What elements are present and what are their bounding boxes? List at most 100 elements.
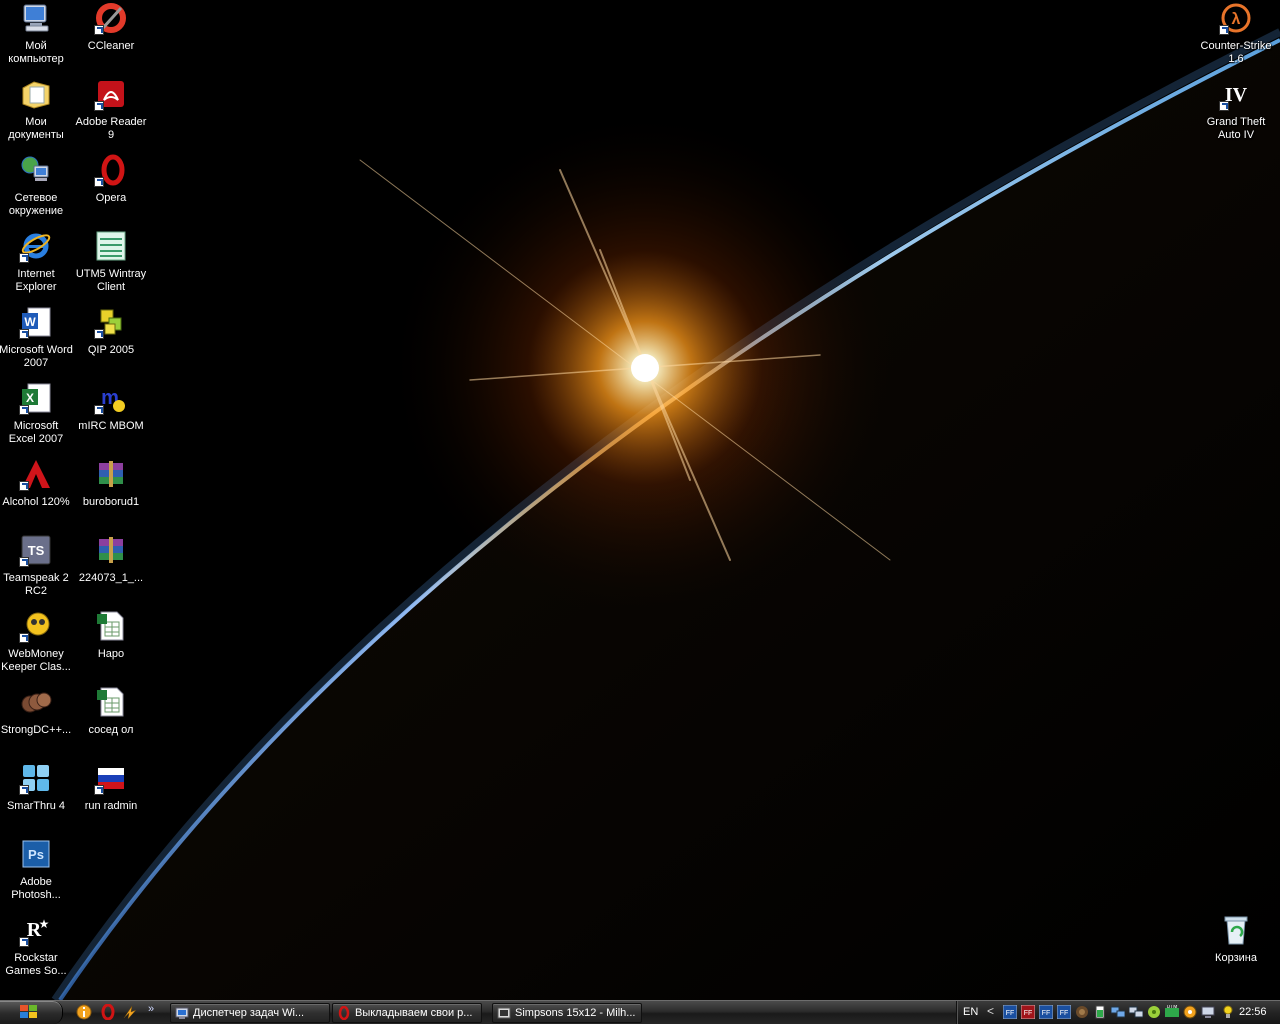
gta-iv-icon: IV [1219,78,1252,111]
svg-text:TS: TS [28,543,45,558]
icon-label: 224073_1_... [78,572,144,584]
desktop-icon-adobe-reader[interactable]: Adobe Reader 9 [73,76,149,148]
winamp-tray-icon[interactable] [1183,1005,1197,1019]
start-button[interactable] [0,1001,63,1024]
desktop-icon-network[interactable]: Сетевое окружение [0,152,74,224]
qip-icon [94,306,127,339]
svg-text:X: X [26,391,34,405]
adobe-reader-icon [94,78,127,111]
strongdc-icon [20,686,52,718]
desktop-icon-alcohol[interactable]: Alcohol 120% [0,456,74,528]
desktop-icon-mirc[interactable]: m mIRC MBOM [73,380,149,452]
svg-text:UTM: UTM [1167,1005,1178,1010]
taskbar-button-media[interactable]: Simpsons 15x12 - Milh... [492,1003,642,1023]
clock[interactable]: 22:56 [1239,1006,1267,1018]
desktop-icon-smarthru[interactable]: SmarThru 4 [0,760,74,832]
task-label: Диспетчер задач Wi... [193,1007,305,1019]
desktop-icon-ccleaner[interactable]: CCleaner [73,0,149,72]
word-icon: W [19,306,52,339]
excel-file-icon [95,610,127,642]
desktop-icon-hapo[interactable]: Hapo [73,608,149,680]
icon-label: Мои документы [8,116,64,141]
radio-tray-icon[interactable] [1075,1005,1089,1019]
taskbar-button-opera[interactable]: Выкладываем свои р... [332,1003,482,1023]
desktop-icon-teamspeak[interactable]: TS Teamspeak 2 RC2 [0,532,74,604]
desktop-icon-opera[interactable]: Opera [73,152,149,224]
rar-archive-icon [95,534,127,566]
desktop-icon-qip[interactable]: QIP 2005 [73,304,149,376]
desktop-icon-excel[interactable]: X Microsoft Excel 2007 [0,380,74,452]
windows-logo-icon [20,1005,38,1019]
icon-label: Counter-Strike 1.6 [1200,40,1272,65]
recycle-bin-icon [1220,914,1252,946]
icon-label: WebMoney Keeper Clas... [1,648,71,673]
icon-label: Adobe Reader 9 [75,116,147,141]
icon-label: QIP 2005 [87,344,135,356]
desktop-icon-my-computer[interactable]: Мой компьютер [0,0,74,72]
quick-launch-info[interactable] [76,1004,92,1020]
icon-label: mIRC MBOM [78,420,144,432]
desktop-icon-utm5[interactable]: UTM5 Wintray Client [73,228,149,300]
tray-expand-button[interactable]: < [987,1004,994,1018]
icon-label: StrongDC++... [0,724,72,736]
mirc-icon: m [94,382,127,415]
quick-launch-overflow-button[interactable]: » [148,1003,154,1015]
icon-label: Grand Theft Auto IV [1206,116,1266,141]
network-tray-icon[interactable] [1111,1005,1125,1019]
desktop-icon-webmoney[interactable]: WebMoney Keeper Clas... [0,608,74,680]
ffa-tray-icon-3[interactable]: FF [1057,1005,1071,1019]
tips-tray-icon[interactable] [1221,1005,1235,1019]
desktop-icon-buroborud1[interactable]: buroborud1 [73,456,149,528]
desktop-icon-run-radmin[interactable]: run radmin [73,760,149,832]
ffu-tray-icon[interactable]: FF [1021,1005,1035,1019]
svg-text:FF: FF [1024,1010,1033,1017]
icon-label: UTM5 Wintray Client [75,268,147,293]
ffa-tray-icon-2[interactable]: FF [1039,1005,1053,1019]
ffa-tray-icon[interactable]: FF [1003,1005,1017,1019]
desktop-icon-photoshop[interactable]: Ps Adobe Photosh... [0,836,74,908]
desktop-icon-counter-strike[interactable]: λ Counter-Strike 1.6 [1198,0,1274,72]
excel-icon: X [19,382,52,415]
svg-text:Ps: Ps [28,847,44,862]
icon-label: SmarThru 4 [6,800,66,812]
display-tray-icon[interactable] [1201,1005,1215,1019]
winamp-icon [122,1004,138,1020]
desktop-icon-recycle-bin[interactable]: Корзина [1198,912,1274,984]
desktop-icon-internet-explorer[interactable]: Internet Explorer [0,228,74,300]
svg-text:FF: FF [1006,1010,1015,1017]
battery-tray-icon[interactable] [1093,1005,1107,1019]
counter-strike-icon: λ [1219,2,1252,35]
taskbar-button-task-manager[interactable]: Диспетчер задач Wi... [170,1003,330,1023]
photoshop-icon: Ps [20,838,52,870]
icon-label: Adobe Photosh... [11,876,61,901]
quick-launch-opera[interactable] [100,1004,116,1020]
desktop-icon-strongdc[interactable]: StrongDC++... [0,684,74,756]
desktop-icon-rockstar[interactable]: R ★ Rockstar Games So... [0,912,74,984]
smarthru-icon [19,762,52,795]
desktop-icon-224073[interactable]: 224073_1_... [73,532,149,604]
quick-launch-winamp[interactable] [122,1004,138,1020]
media-icon [497,1006,511,1020]
desktop-icon-word[interactable]: W Microsoft Word 2007 [0,304,74,376]
network-tray-icon-2[interactable] [1129,1005,1143,1019]
icon-label: Rockstar Games So... [5,952,67,977]
rar-archive-icon [95,458,127,490]
task-manager-icon [175,1006,189,1020]
qip-tray-icon[interactable] [1147,1005,1161,1019]
icon-label: Мой компьютер [8,40,64,65]
language-indicator[interactable]: EN [963,1006,978,1018]
desktop-icon-sosed-ol[interactable]: сосед ол [73,684,149,756]
svg-text:W: W [24,315,36,329]
radmin-flag-icon [94,762,127,795]
svg-text:λ: λ [1232,11,1241,28]
desktop-icon-gta-iv[interactable]: IV Grand Theft Auto IV [1198,76,1274,148]
icon-label: run radmin [84,800,138,812]
info-icon [76,1004,92,1020]
task-label: Выкладываем свои р... [355,1007,473,1019]
opera-icon [337,1006,351,1020]
icon-label: buroborud1 [82,496,140,508]
desktop-icon-my-documents[interactable]: Мои документы [0,76,74,148]
excel-file-icon [95,686,127,718]
opera-icon [94,154,127,187]
utm5-tray-icon[interactable]: UTM [1165,1005,1179,1019]
